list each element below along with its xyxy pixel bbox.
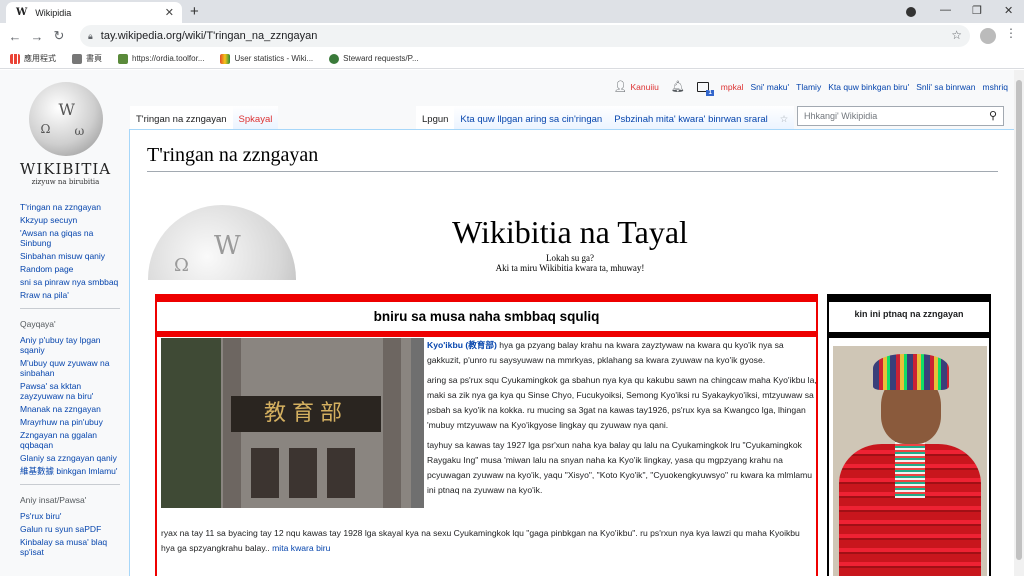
bell-icon[interactable]: 🔔︎ xyxy=(671,80,685,93)
user-icon: 👤︎ xyxy=(613,81,628,93)
browser-menu-icon[interactable]: ⋮ xyxy=(1005,26,1017,40)
welcome-line: Lokah su ga? xyxy=(546,253,594,263)
bookmark-star-icon[interactable]: ☆ xyxy=(951,28,962,42)
picture-of-day-box: kin ini ptnaq na zzngayan xyxy=(827,294,991,576)
article-paragraph: aring sa ps'rux squ Cyukamingkok ga sbah… xyxy=(427,375,817,430)
back-icon[interactable]: ← xyxy=(4,29,26,44)
featured-article-text: Kyo'ikbu (教育部) hya ga pzyang balay krahu… xyxy=(427,338,817,503)
featured-portrait[interactable] xyxy=(833,346,987,576)
featured-photo[interactable]: 教育部 xyxy=(161,338,424,508)
sidebar-divider xyxy=(20,484,120,485)
sidebar-link[interactable]: M'ubuy quw zyuwaw na sinbahan xyxy=(20,358,125,378)
sidebar-link[interactable]: Sinbahan misuw qaniy xyxy=(20,251,125,261)
personal-link[interactable]: mpkal xyxy=(721,82,744,92)
browser-tab[interactable]: W Wikipidia ✕ xyxy=(6,2,182,23)
new-tab-icon[interactable]: + xyxy=(190,3,199,20)
ordia-icon xyxy=(118,53,128,64)
sidebar-link[interactable]: Aniy p'ubuy tay lpgan sqaniy xyxy=(20,335,125,355)
bookmark-user-statistics[interactable]: User statistics - Wiki... xyxy=(220,53,313,64)
account-avatar[interactable] xyxy=(980,28,996,44)
wikipedia-favicon-icon: W xyxy=(16,7,28,18)
welcome-title: Wikibitia na Tayal xyxy=(452,214,688,250)
reload-icon[interactable]: ↻ xyxy=(48,28,70,44)
logo-tagline: zizyuw na birubitia xyxy=(31,178,100,186)
meta-icon xyxy=(329,53,340,64)
bookmark-steward-requests[interactable]: Steward requests/P... xyxy=(329,53,419,64)
notices-icon[interactable]: 1 xyxy=(696,81,714,96)
sidebar-link[interactable]: Zzngayan na ggalan qqbaqan xyxy=(20,430,125,450)
article-title-link[interactable]: Kyo'ikbu (教育部) xyxy=(427,340,497,350)
wiki-logo[interactable]: WΩω WIKIBITIA zizyuw na birubitia xyxy=(18,82,113,186)
personal-link[interactable]: Sni' maku' xyxy=(750,82,789,92)
lock-icon[interactable]: 🔒︎ xyxy=(88,31,93,42)
personal-link[interactable]: mshriq xyxy=(982,82,1008,92)
browser-tab-strip: W Wikipidia ✕ + — ❐ ✕ xyxy=(0,0,1024,23)
sidebar: T'ringan na zzngayan Kkzyup secuyn 'Awsa… xyxy=(20,202,125,560)
maximize-icon[interactable]: ❐ xyxy=(972,4,982,17)
close-tab-icon[interactable]: ✕ xyxy=(165,6,174,19)
scrollbar-thumb[interactable] xyxy=(1016,80,1022,560)
page-title: T'ringan na zzngayan xyxy=(147,144,998,172)
browser-toolbar: ← → ↻ 🔒︎ tay.wikipedia.org/wiki/T'ringan… xyxy=(0,23,1024,49)
sidebar-link[interactable]: Kkzyup secuyn xyxy=(20,215,125,225)
puzzle-globe-icon: WΩω xyxy=(28,82,103,156)
sidebar-section-heading: Qayqaya' xyxy=(20,319,56,329)
wiki-page: WΩω WIKIBITIA zizyuw na birubitia T'ring… xyxy=(0,70,1014,576)
wikimedia-icon xyxy=(220,53,231,64)
sidebar-link[interactable]: T'ringan na zzngayan xyxy=(20,202,125,212)
content-area: T'ringan na zzngayan WΩ Wikibitia na Tay… xyxy=(129,129,1014,576)
welcome-banner: Wikibitia na Tayal Lokah su ga? Aki ta m… xyxy=(420,214,720,273)
sidebar-link[interactable]: Kinbalay sa musa' blaq sp'isat xyxy=(20,537,125,557)
bookmark-apps[interactable]: 應用程式 xyxy=(10,53,56,64)
read-more-link[interactable]: mita kwara biru xyxy=(270,543,330,553)
large-puzzle-globe-icon: WΩ xyxy=(148,205,296,280)
search-input[interactable]: Hhkangi' Wikipidia ⚲ xyxy=(797,106,1004,126)
sidebar-divider xyxy=(20,308,120,309)
sidebar-link[interactable]: Galun ru syun saPDF xyxy=(20,524,125,534)
sidebar-link[interactable]: Mnanak na zzngayan xyxy=(20,404,125,414)
personal-tools: 👤︎ Kanuiiu 🔔︎ 1 mpkal Sni' maku' Tlamiy … xyxy=(607,80,1008,96)
profile-indicator-icon[interactable] xyxy=(906,7,916,17)
minimize-icon[interactable]: — xyxy=(940,4,951,16)
featured-article-continuation: ryax na tay 11 sa byacing tay 12 nqu kaw… xyxy=(161,526,816,556)
notification-count: 1 xyxy=(706,89,714,96)
sidebar-link[interactable]: sni sa pinraw nya smbbaq xyxy=(20,277,125,287)
personal-link[interactable]: Kta quw binkgan biru' xyxy=(828,82,909,92)
search-icon[interactable]: ⚲ xyxy=(989,109,997,122)
featured-box-heading: bniru sa musa naha smbbaq squliq xyxy=(373,309,600,324)
sidebar-link[interactable]: Pawsa' sa kktan zayzyuwaw na biru' xyxy=(20,381,125,401)
sidebar-section-heading: Aniy insat/Pawsa' xyxy=(20,495,87,505)
sidebar-link[interactable]: Ps'rux biru' xyxy=(20,511,125,521)
login-link[interactable]: Kanuiiu xyxy=(630,82,658,92)
sidebar-link[interactable]: Random page xyxy=(20,264,125,274)
apps-grid-icon xyxy=(10,53,20,64)
sidebar-link[interactable]: Mrayrhuw na pin'ubuy xyxy=(20,417,125,427)
photo-sign-text: 教育部 xyxy=(231,396,381,432)
sidebar-link[interactable]: 維基數據 binkgan lmlamu' xyxy=(20,466,125,476)
article-paragraph: ryax na tay 11 sa byacing tay 12 nqu kaw… xyxy=(161,528,800,553)
sidebar-link[interactable]: Glaniy sa zzngayan qaniy xyxy=(20,453,125,463)
address-bar[interactable]: 🔒︎ tay.wikipedia.org/wiki/T'ringan_na_zz… xyxy=(80,25,970,47)
logo-wordmark: WIKIBITIA xyxy=(19,160,112,178)
bookmarks-bar: 應用程式 書頁 https://ordia.toolfor... User st… xyxy=(0,49,1024,69)
tab-title: Wikipidia xyxy=(35,7,72,18)
picture-box-heading: kin ini ptnaq na zzngayan xyxy=(854,309,964,319)
article-paragraph: tayhuy sa kawas tay 1927 lga psr'xun nah… xyxy=(427,440,813,495)
forward-icon[interactable]: → xyxy=(26,29,48,44)
personal-link[interactable]: Snli' sa binrwan xyxy=(916,82,975,92)
search-placeholder: Hhkangi' Wikipidia xyxy=(804,111,878,121)
window-close-icon[interactable]: ✕ xyxy=(1004,4,1013,17)
sidebar-link[interactable]: Rraw na pila' xyxy=(20,290,125,300)
bookmark-icon xyxy=(72,53,82,64)
bookmark-ordia[interactable]: https://ordia.toolfor... xyxy=(118,53,204,64)
bookmark-pages[interactable]: 書頁 xyxy=(72,53,102,64)
featured-article-box: bniru sa musa naha smbbaq squliq 教育部 Kyo… xyxy=(155,294,818,576)
sidebar-link[interactable]: 'Awsan na giqas na Sinbung xyxy=(20,228,125,248)
page-scrollbar[interactable] xyxy=(1014,70,1024,576)
personal-link[interactable]: Tlamiy xyxy=(796,82,821,92)
url-text: tay.wikipedia.org/wiki/T'ringan_na_zznga… xyxy=(100,30,318,42)
welcome-line: Aki ta miru Wikibitia kwara ta, mhuway! xyxy=(495,263,645,273)
